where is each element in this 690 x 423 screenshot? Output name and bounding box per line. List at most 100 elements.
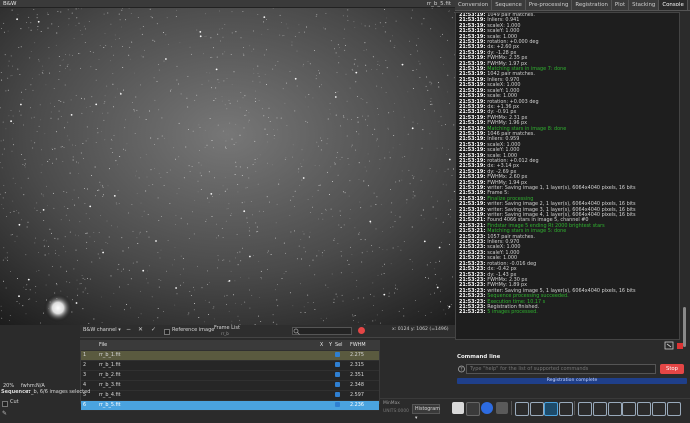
row-file: rr_b_4.fit (95, 391, 317, 400)
settings-icon[interactable] (667, 402, 681, 416)
tab-sequence[interactable]: Sequence (492, 0, 526, 10)
histogram-icon[interactable] (622, 402, 636, 416)
frame-search-input[interactable] (292, 327, 352, 335)
zoom-fit-icon[interactable] (544, 402, 558, 416)
selected-checkbox[interactable] (335, 402, 340, 407)
script-icon[interactable] (496, 402, 508, 414)
row-file: rr_b_2.fit (95, 371, 317, 380)
cross-icon[interactable]: ✕ (138, 326, 143, 333)
row-x (317, 371, 326, 380)
reference-checkbox[interactable] (164, 328, 170, 335)
row-y (326, 361, 335, 370)
tab-plot[interactable]: Plot (612, 0, 629, 10)
pipette-icon[interactable]: ✎ (2, 410, 7, 417)
selected-checkbox[interactable] (335, 392, 340, 397)
row-selected[interactable] (335, 401, 347, 410)
column-header[interactable]: File (95, 341, 317, 350)
selected-checkbox[interactable] (335, 382, 340, 387)
row-selected[interactable] (335, 371, 347, 380)
column-header[interactable]: Sel (335, 341, 347, 350)
row-y (326, 391, 335, 400)
zoom-in-icon[interactable] (515, 402, 529, 416)
cut-checkbox[interactable] (2, 400, 8, 407)
console-text: 5 images processed. (487, 309, 537, 315)
row-fwhm: 2.275 (347, 351, 379, 360)
table-row[interactable]: 4rr_b_3.fit2.348 (81, 381, 379, 391)
tab-conversion[interactable]: Conversion (455, 0, 492, 10)
stop-button[interactable]: Stop (660, 364, 684, 374)
mirror-icon[interactable] (608, 402, 622, 416)
window-title: B&W (3, 0, 17, 8)
crop-icon[interactable] (652, 402, 666, 416)
row-selected[interactable] (335, 361, 347, 370)
frame-list-sequence: rr_b (221, 331, 229, 336)
command-input[interactable] (466, 364, 656, 374)
clear-console-icon (665, 342, 673, 349)
curves-icon[interactable] (637, 402, 651, 416)
rotate-right-icon[interactable] (593, 402, 607, 416)
tab-pre-processing[interactable]: Pre-processing (526, 0, 573, 10)
minus-icon[interactable]: − (126, 326, 131, 333)
row-x (317, 381, 326, 390)
console-actions (655, 341, 685, 351)
cut-label: Cut (10, 399, 19, 405)
selected-checkbox[interactable] (335, 352, 340, 357)
tab-registration[interactable]: Registration (572, 0, 612, 10)
console-scrollbar[interactable] (680, 12, 690, 340)
column-header[interactable]: FWHM (347, 341, 379, 350)
console-log[interactable]: 21:53:19:1049 pair matches.21:53:19:Inli… (455, 12, 680, 340)
selected-checkbox[interactable] (335, 362, 340, 367)
table-header: FileXYSelFWHM (81, 341, 379, 351)
row-file: rr_b_3.fit (95, 381, 317, 390)
image-filename: rr_b_5.fit (427, 0, 451, 8)
row-file: rr_b_1.fit (95, 361, 317, 370)
console-line: 21:53:23:5 images processed. (456, 310, 679, 315)
console-text: writer: Saving image 1, 1 layer(s), 6064… (487, 185, 635, 191)
rotate-left-icon[interactable] (578, 402, 592, 416)
check-icon[interactable]: ✓ (151, 326, 156, 333)
units-label: UNITS:0000 (383, 409, 409, 414)
zoom-out-icon[interactable] (530, 402, 544, 416)
table-row[interactable]: 2rr_b_1.fit2.315 (81, 361, 379, 371)
tab-console[interactable]: Console (659, 0, 687, 10)
zoom-100-icon[interactable] (559, 402, 573, 416)
row-fwhm: 2.597 (347, 391, 379, 400)
column-header[interactable] (81, 341, 95, 350)
progress-label: Registration complete (547, 378, 598, 383)
channel-select[interactable]: B&W channel ▾ (83, 326, 121, 335)
row-y (326, 401, 335, 410)
tab-stacking[interactable]: Stacking (629, 0, 659, 10)
row-selected[interactable] (335, 381, 347, 390)
table-row[interactable]: 1rr_b_1.fit2.275 (81, 351, 379, 361)
stop-label: Stop (666, 366, 678, 372)
search-icon (293, 328, 301, 336)
row-selected[interactable] (335, 391, 347, 400)
bright-star (44, 294, 72, 322)
table-row[interactable]: 5rr_b_4.fit2.597 (81, 391, 379, 401)
stop-square-icon (677, 343, 683, 349)
photometry-icon[interactable] (481, 402, 493, 414)
row-selected[interactable] (335, 351, 347, 360)
flip-icon[interactable] (466, 402, 480, 416)
cursor-coordinates: x: 0124 y: 1062 (=1496) (392, 327, 449, 332)
row-x (317, 401, 326, 410)
help-icon[interactable]: ? (458, 365, 465, 373)
row-fwhm: 2.348 (347, 381, 379, 390)
row-x (317, 361, 326, 370)
table-row[interactable]: 6rr_b_5.fit2.236 (81, 401, 379, 411)
row-fwhm: 2.315 (347, 361, 379, 370)
selected-checkbox[interactable] (335, 372, 340, 377)
rgb-icon[interactable] (452, 402, 464, 414)
column-header[interactable]: X (317, 341, 326, 350)
row-index: 1 (81, 351, 95, 360)
table-row[interactable]: 3rr_b_2.fit2.351 (81, 371, 379, 381)
close-icon[interactable] (358, 327, 365, 334)
row-file: rr_b_5.fit (95, 401, 317, 410)
display-mode-select[interactable]: Histogram ▾ (412, 404, 440, 414)
star-field-image (0, 8, 455, 325)
display-mode-value: Histogram (415, 407, 440, 412)
console-timestamp: 21:53:23: (459, 309, 485, 315)
row-index: 3 (81, 371, 95, 380)
image-view[interactable] (0, 8, 455, 325)
column-header[interactable]: Y (326, 341, 335, 350)
